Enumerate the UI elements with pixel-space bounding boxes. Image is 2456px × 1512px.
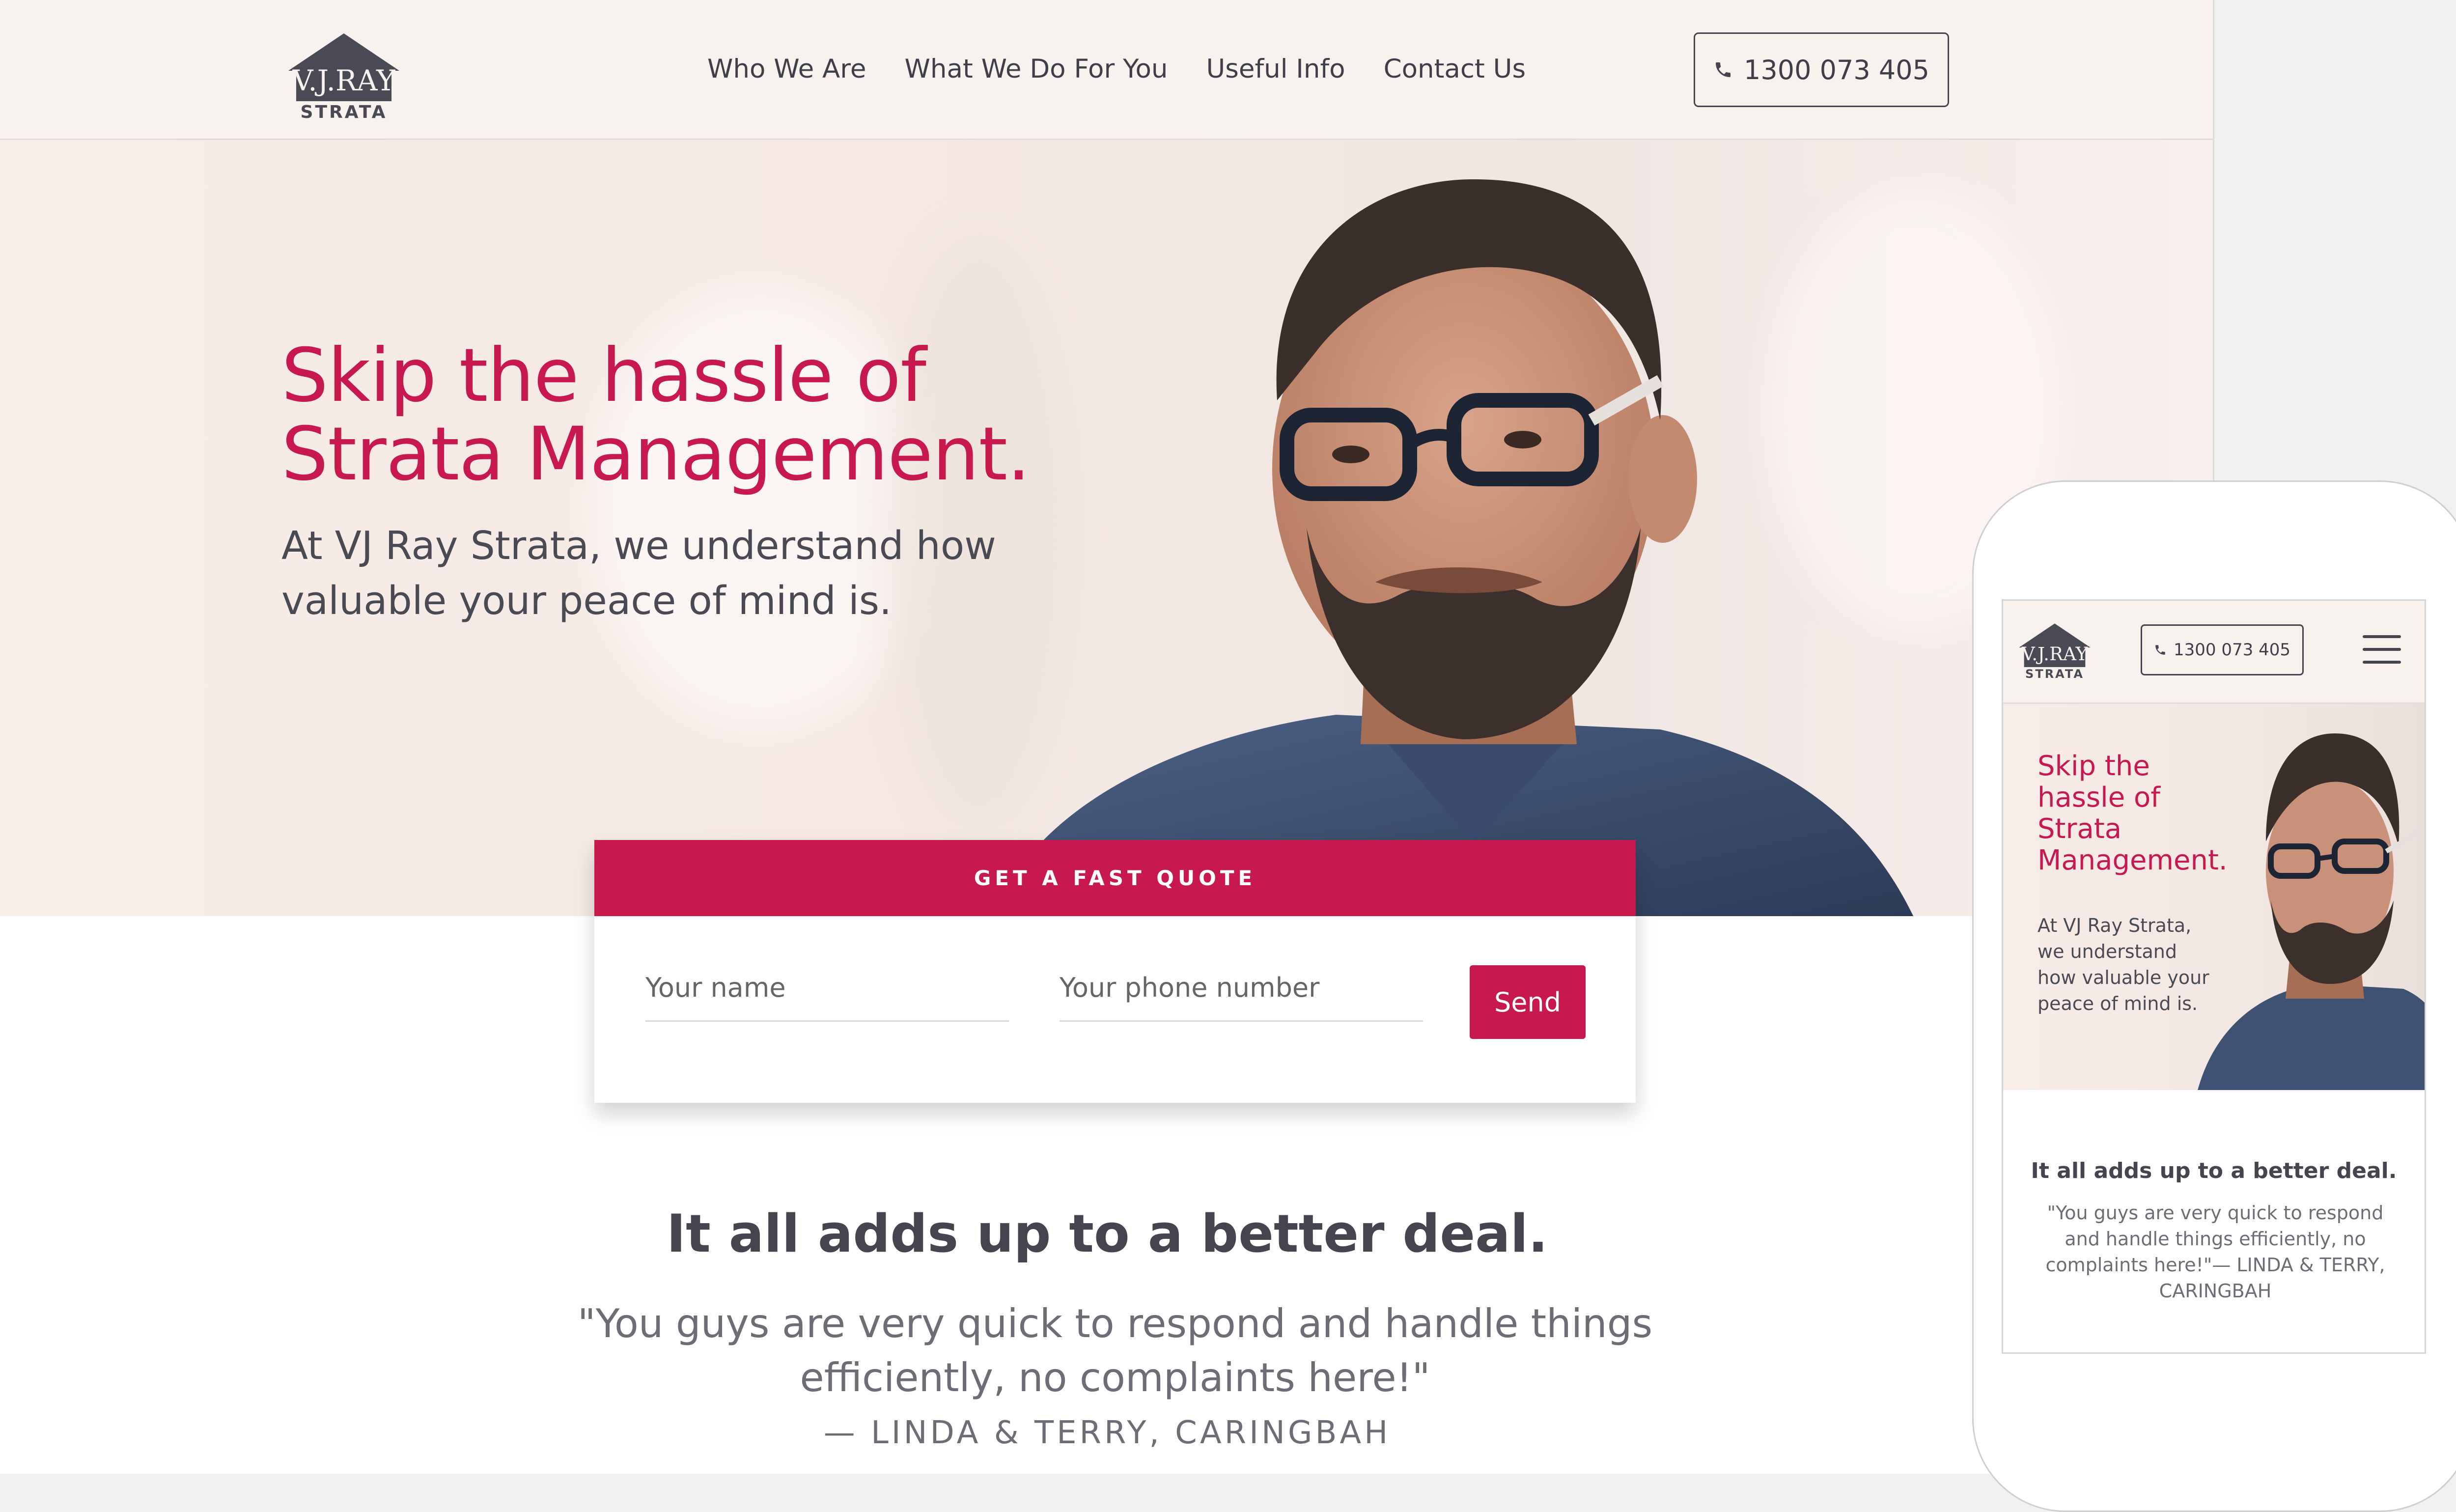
nav-who-we-are[interactable]: Who We Are (707, 54, 866, 84)
phone-number-field[interactable] (1060, 968, 1423, 1022)
mobile-vjray-strata-logo[interactable]: V.J.RAY STRATA (2018, 623, 2092, 681)
phone-number-input[interactable] (1060, 968, 1423, 1007)
logo-bottom-text: STRATA (300, 102, 388, 122)
hero-title: Skip the hassle of Strata Management. (281, 333, 1031, 497)
fast-quote-header: GET A FAST QUOTE (594, 840, 1636, 916)
site-header: V.J.RAY STRATA Who We Are What We Do For… (0, 0, 2213, 140)
hero-section: Skip the hassle of Strata Management. At… (0, 140, 2213, 916)
house-logo-icon: V.J.RAY (288, 33, 399, 101)
mobile-hero-title-line1: Skip the (2037, 750, 2150, 782)
hero-person-photo (994, 179, 1914, 916)
mobile-house-logo-icon: V.J.RAY (2019, 623, 2091, 667)
testimonial-quote: "You guys are very quick to respond and … (577, 1301, 1653, 1400)
phone-icon (1716, 62, 1731, 77)
vjray-strata-logo[interactable]: V.J.RAY STRATA (287, 32, 400, 122)
mobile-hero-title-line2: hassle of (2037, 782, 2160, 813)
mobile-phone-call-button[interactable]: 1300 073 405 (2141, 624, 2304, 675)
mobile-hero-title-line3: Strata (2037, 813, 2122, 845)
name-input[interactable] (645, 968, 1009, 1007)
phone-call-button[interactable]: 1300 073 405 (1694, 32, 1949, 107)
hamburger-menu-icon[interactable] (2363, 635, 2401, 664)
mobile-logo-top-text: V.J.RAY (2021, 643, 2088, 665)
mobile-hero-section: Skip the hassle of Strata Management. At… (2003, 704, 2425, 1090)
testimonial-attribution: — LINDA & TERRY, CARINGBAH (823, 1415, 1391, 1451)
phone-number-label: 1300 073 405 (1744, 54, 1929, 85)
mobile-logo-bottom-text: STRATA (2025, 667, 2084, 681)
mobile-hero-title-line4: Management. (2037, 844, 2228, 876)
desktop-viewport: V.J.RAY STRATA Who We Are What We Do For… (0, 0, 2214, 1474)
mobile-hero-subtitle: At VJ Ray Strata, we understand how valu… (2037, 915, 2209, 1014)
name-field[interactable] (645, 968, 1009, 1022)
mobile-hero-person-photo (2198, 733, 2425, 1090)
mobile-phone-number-label: 1300 073 405 (2174, 640, 2290, 660)
hero-title-line2: Strata Management. (281, 412, 1031, 497)
fast-quote-card: GET A FAST QUOTE Send (594, 840, 1636, 1103)
main-nav: Who We Are What We Do For You Useful Inf… (707, 54, 1526, 84)
send-button[interactable]: Send (1470, 965, 1586, 1039)
nav-what-we-do[interactable]: What We Do For You (905, 54, 1168, 84)
mobile-phone-icon (2155, 645, 2165, 655)
mobile-viewport: V.J.RAY STRATA 1300 073 405 Skip the has… (2002, 599, 2426, 1354)
mobile-testimonial-quote: "You guys are very quick to respond and … (2045, 1202, 2385, 1302)
hero-subtitle: At VJ Ray Strata, we understand how valu… (281, 523, 996, 623)
logo-top-text: V.J.RAY (292, 64, 396, 97)
better-deal-heading: It all adds up to a better deal. (666, 1204, 1548, 1264)
nav-contact-us[interactable]: Contact Us (1384, 54, 1526, 84)
mobile-header: V.J.RAY STRATA 1300 073 405 (2003, 601, 2425, 704)
mobile-better-deal-heading: It all adds up to a better deal. (2031, 1158, 2397, 1183)
hero-title-line1: Skip the hassle of (281, 333, 926, 419)
nav-useful-info[interactable]: Useful Info (1206, 54, 1345, 84)
mobile-hero-title: Skip the hassle of Strata Management. (2037, 751, 2228, 876)
